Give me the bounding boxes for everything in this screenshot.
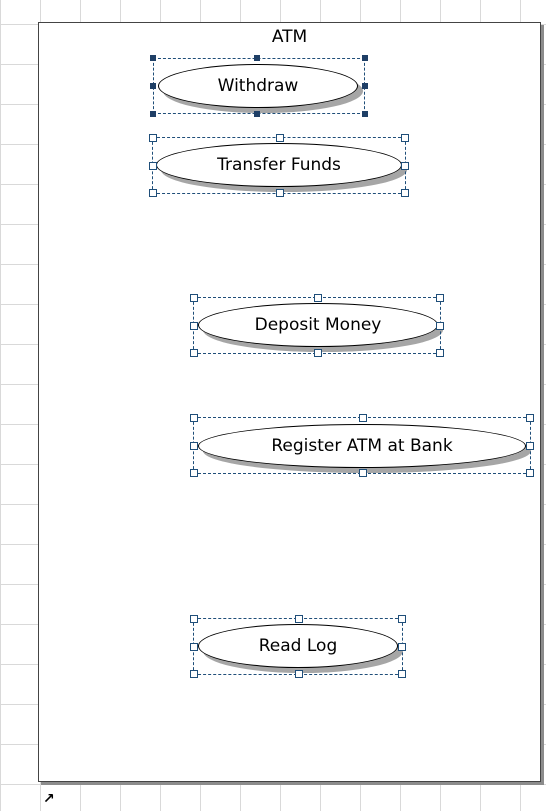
use-case-label: Read Log [258,636,338,656]
use-case-read-log[interactable]: Read Log [198,624,398,668]
use-case-label: Deposit Money [254,315,382,335]
system-title: ATM [271,27,308,47]
use-case-label: Transfer Funds [217,155,341,175]
use-case-transfer-funds[interactable]: Transfer Funds [156,143,402,187]
use-case-withdraw[interactable]: Withdraw [158,64,358,108]
use-case-label: Withdraw [217,76,299,96]
diagram-canvas: ATM Withdraw Transfer Funds Deposit Mone… [0,0,546,811]
use-case-label: Register ATM at Bank [271,436,453,456]
system-boundary[interactable]: ATM [38,22,541,782]
use-case-register-atm-at-bank[interactable]: Register ATM at Bank [198,424,526,468]
use-case-deposit-money[interactable]: Deposit Money [198,303,438,347]
resize-corner-icon[interactable]: ↗ [43,792,57,806]
